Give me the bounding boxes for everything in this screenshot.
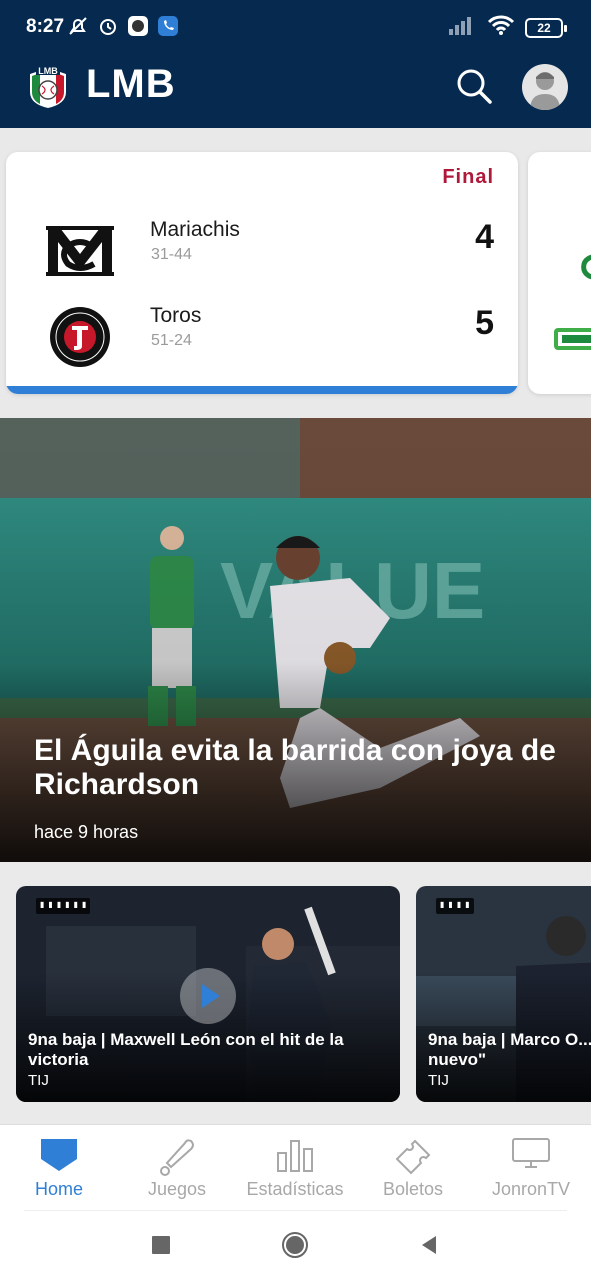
- score-bug-icon: ▮ ▮ ▮ ▮ ▮ ▮: [36, 898, 91, 914]
- signal-icon: [449, 15, 477, 40]
- mute-icon: [66, 14, 90, 38]
- app-header: 8:27 22 LMB LMB: [0, 0, 591, 128]
- featured-story[interactable]: VALUE El Águila evita la barrida con joy…: [0, 418, 591, 862]
- lmb-logo-icon[interactable]: LMB: [26, 64, 70, 110]
- bottom-navigation: Home Juegos Estadísticas Boletos JonronT…: [0, 1124, 591, 1210]
- nav-boletos[interactable]: Boletos: [354, 1125, 472, 1211]
- bat-icon: [160, 1139, 194, 1176]
- app-notification-icon: [126, 14, 150, 38]
- away-team-row: Mariachis 31-44 4: [6, 210, 518, 290]
- olmecas-logo-icon: [552, 322, 591, 361]
- toros-logo-icon: [42, 304, 118, 370]
- nav-estadisticas[interactable]: Estadísticas: [236, 1125, 354, 1211]
- alarm-icon: [96, 14, 120, 38]
- game-card-next[interactable]: [528, 152, 591, 394]
- game-status: Final: [442, 166, 494, 188]
- nav-home[interactable]: Home: [0, 1125, 118, 1211]
- featured-story-time: hace 9 horas: [34, 822, 139, 842]
- away-team-name: Mariachis: [150, 218, 240, 241]
- ticket-icon: [395, 1139, 431, 1175]
- play-icon[interactable]: [180, 968, 236, 1024]
- home-team-row: Toros 51-24 5: [6, 296, 518, 376]
- video-card[interactable]: ▮ ▮ ▮ ▮ 9na baja | Marco O... nuevo" TIJ: [416, 886, 591, 1102]
- stats-icon: [277, 1140, 313, 1172]
- home-team-score: 5: [475, 304, 494, 342]
- battery-indicator: 22: [525, 17, 567, 38]
- away-team-record: 31-44: [151, 246, 192, 263]
- video-title: 9na baja | Marco O... nuevo": [428, 1030, 591, 1069]
- video-team: TIJ: [28, 1072, 49, 1089]
- nav-jonrontv[interactable]: JonronTV: [472, 1125, 590, 1211]
- video-team: TIJ: [428, 1072, 449, 1089]
- home-button-icon[interactable]: [280, 1230, 310, 1260]
- divider: [24, 1210, 567, 1211]
- recents-icon[interactable]: [146, 1230, 176, 1260]
- featured-story-title: El Águila evita la barrida con joya de R…: [34, 734, 556, 801]
- nav-boletos-label: Boletos: [382, 1179, 444, 1199]
- video-carousel[interactable]: ▮ ▮ ▮ ▮ ▮ ▮ 9na baja | Maxwell León con el hi…: [0, 862, 591, 1124]
- home-team-record: 51-24: [151, 332, 192, 349]
- tv-icon: [512, 1138, 550, 1168]
- status-bar: 8:27 22: [0, 0, 591, 54]
- scoreboard-carousel[interactable]: Final Mariachis 31-44 4 Toros 51-24 5: [0, 128, 591, 418]
- nav-home-label: Home: [34, 1179, 83, 1199]
- home-team-name: Toros: [150, 304, 202, 327]
- team-logo-icon: [578, 252, 591, 287]
- video-title: 9na baja | Maxwell León con el hit de la…: [28, 1030, 344, 1069]
- search-icon[interactable]: [454, 66, 494, 106]
- nav-juegos[interactable]: Juegos: [118, 1125, 236, 1211]
- brand-title: LMB: [86, 62, 176, 106]
- status-time: 8:27: [26, 16, 65, 37]
- system-navigation: [0, 1210, 591, 1280]
- nav-jonrontv-label: JonronTV: [491, 1179, 571, 1199]
- user-icon: [530, 72, 560, 110]
- profile-avatar[interactable]: [522, 64, 568, 110]
- phone-icon: [156, 14, 180, 38]
- home-icon: [41, 1139, 77, 1171]
- wifi-icon: [487, 14, 515, 41]
- game-card[interactable]: Final Mariachis 31-44 4 Toros 51-24 5: [6, 152, 518, 394]
- nav-juegos-label: Juegos: [147, 1179, 207, 1199]
- away-team-score: 4: [475, 218, 494, 256]
- game-card-accent-bar: [6, 386, 518, 394]
- svg-text:LMB: LMB: [38, 66, 58, 76]
- back-icon[interactable]: [414, 1230, 444, 1260]
- nav-estadisticas-label: Estadísticas: [246, 1179, 344, 1199]
- brand-header: LMB LMB: [0, 54, 591, 128]
- video-card[interactable]: ▮ ▮ ▮ ▮ ▮ ▮ 9na baja | Maxwell León con el hi…: [16, 886, 400, 1102]
- score-bug-icon: ▮ ▮ ▮ ▮: [436, 898, 474, 914]
- mariachis-logo-icon: [42, 218, 118, 284]
